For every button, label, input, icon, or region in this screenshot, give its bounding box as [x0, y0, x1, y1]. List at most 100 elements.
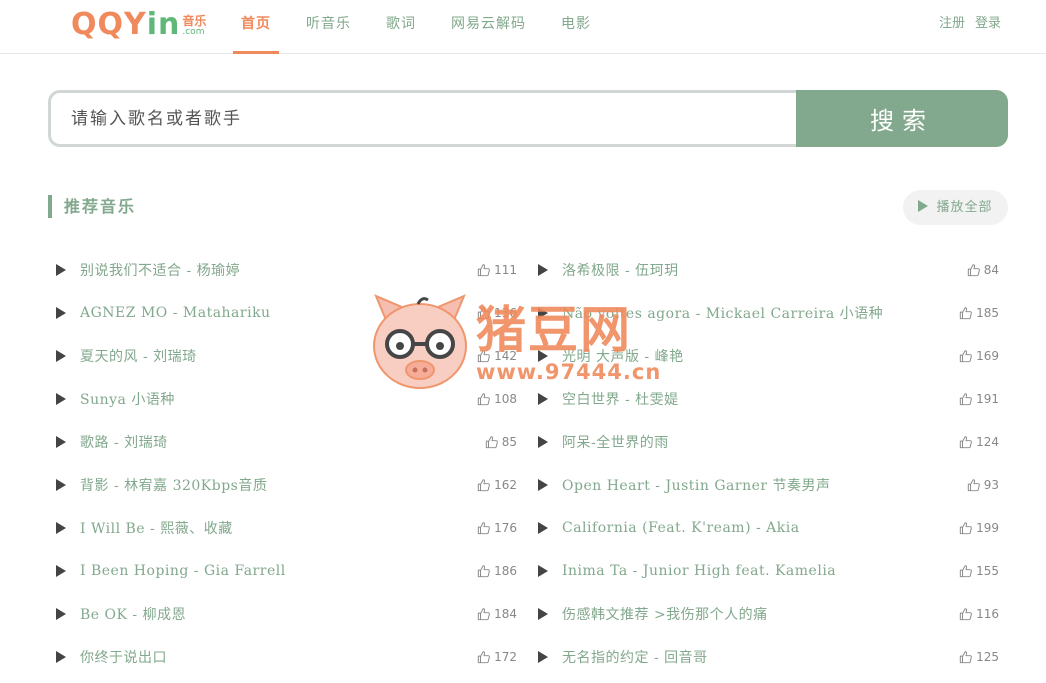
song-title[interactable]: I Will Be - 熙薇、收藏	[80, 518, 233, 538]
play-icon[interactable]	[56, 392, 66, 405]
song-title[interactable]: Inima Ta - Junior High feat. Kamelia	[562, 563, 836, 579]
nav-item-listen-music[interactable]: 听音乐	[298, 0, 359, 54]
play-icon[interactable]	[56, 521, 66, 534]
song-row[interactable]: 背影 - 林宥嘉 320Kbps音质 162	[52, 463, 517, 506]
like-count[interactable]: 185	[959, 306, 999, 320]
song-title[interactable]: 洛希极限 - 伍珂玥	[562, 260, 679, 280]
like-count[interactable]: 85	[485, 435, 517, 449]
song-row[interactable]: 你终于说出口 172	[52, 635, 517, 678]
play-icon[interactable]	[56, 607, 66, 620]
song-row[interactable]: 光明 大声版 - 峰艳 169	[534, 334, 999, 377]
song-row[interactable]: 别说我们不适合 - 杨瑜婷 111	[52, 248, 517, 291]
play-icon[interactable]	[538, 263, 548, 276]
song-info: 伤感韩文推荐 >我伤那个人的痛	[534, 604, 768, 624]
song-row[interactable]: Be OK - 柳成恩 184	[52, 592, 517, 635]
play-icon[interactable]	[538, 650, 548, 663]
like-count[interactable]: 184	[477, 607, 517, 621]
nav-item-netease-decode[interactable]: 网易云解码	[443, 0, 534, 54]
song-info: 空白世界 - 杜雯媞	[534, 389, 679, 409]
song-title[interactable]: 夏天的风 - 刘瑞琦	[80, 346, 197, 366]
song-title[interactable]: Sunya 小语种	[80, 389, 175, 409]
song-row[interactable]: Open Heart - Justin Garner 节奏男声 93	[534, 463, 999, 506]
play-icon[interactable]	[538, 349, 548, 362]
song-title[interactable]: AGNEZ MO - Matahariku	[80, 305, 271, 321]
song-info: Inima Ta - Junior High feat. Kamelia	[534, 563, 836, 579]
thumbs-up-icon	[959, 349, 972, 362]
like-count[interactable]: 125	[959, 650, 999, 664]
like-count[interactable]: 116	[959, 607, 999, 621]
song-title[interactable]: Be OK - 柳成恩	[80, 604, 186, 624]
like-count[interactable]: 172	[477, 650, 517, 664]
song-title[interactable]: Não voltes agora - Mickael Carreira 小语种	[562, 303, 883, 323]
nav-item-lyrics[interactable]: 歌词	[378, 0, 424, 54]
play-icon[interactable]	[56, 650, 66, 663]
song-list-left: 别说我们不适合 - 杨瑜婷 111 AGNEZ MO - Matahariku 136…	[52, 248, 517, 678]
song-row[interactable]: 无名指的约定 - 回音哥 125	[534, 635, 999, 678]
song-row[interactable]: California (Feat. K'ream) - Akia 199	[534, 506, 999, 549]
song-title[interactable]: 背影 - 林宥嘉 320Kbps音质	[80, 475, 267, 495]
site-logo[interactable]: QQYin 音乐 .com	[71, 8, 206, 42]
song-row[interactable]: 歌路 - 刘瑞琦 85	[52, 420, 517, 463]
play-icon[interactable]	[538, 564, 548, 577]
like-count[interactable]: 93	[967, 478, 999, 492]
song-row[interactable]: 阿呆-全世界的雨 124	[534, 420, 999, 463]
play-icon[interactable]	[538, 435, 548, 448]
search-input[interactable]	[48, 90, 796, 147]
like-count[interactable]: 191	[959, 392, 999, 406]
play-icon[interactable]	[538, 392, 548, 405]
like-count-value: 191	[976, 391, 999, 406]
like-count[interactable]: 199	[959, 521, 999, 535]
play-all-button[interactable]: 播放全部	[903, 190, 1008, 225]
play-icon[interactable]	[538, 607, 548, 620]
register-link[interactable]: 注册	[939, 0, 965, 54]
song-row[interactable]: 夏天的风 - 刘瑞琦 142	[52, 334, 517, 377]
like-count[interactable]: 124	[959, 435, 999, 449]
song-title[interactable]: 空白世界 - 杜雯媞	[562, 389, 679, 409]
play-icon[interactable]	[538, 521, 548, 534]
play-icon[interactable]	[56, 349, 66, 362]
play-icon[interactable]	[56, 478, 66, 491]
song-title[interactable]: 伤感韩文推荐 >我伤那个人的痛	[562, 604, 768, 624]
song-title[interactable]: 你终于说出口	[80, 647, 167, 667]
song-row[interactable]: Sunya 小语种 108	[52, 377, 517, 420]
like-count[interactable]: 84	[967, 263, 999, 277]
song-title[interactable]: 别说我们不适合 - 杨瑜婷	[80, 260, 240, 280]
song-row[interactable]: Não voltes agora - Mickael Carreira 小语种 1…	[534, 291, 999, 334]
like-count[interactable]: 111	[477, 263, 517, 277]
thumbs-up-icon	[477, 650, 490, 663]
song-row[interactable]: 洛希极限 - 伍珂玥 84	[534, 248, 999, 291]
play-icon[interactable]	[56, 564, 66, 577]
nav-item-movies[interactable]: 电影	[553, 0, 599, 54]
play-icon[interactable]	[56, 263, 66, 276]
song-title[interactable]: 歌路 - 刘瑞琦	[80, 432, 168, 452]
play-icon[interactable]	[56, 306, 66, 319]
section-title: 推荐音乐	[48, 195, 136, 218]
like-count[interactable]: 136	[477, 306, 517, 320]
song-title[interactable]: 阿呆-全世界的雨	[562, 432, 669, 452]
song-row[interactable]: 空白世界 - 杜雯媞 191	[534, 377, 999, 420]
song-row[interactable]: Inima Ta - Junior High feat. Kamelia 155	[534, 549, 999, 592]
like-count[interactable]: 162	[477, 478, 517, 492]
song-row[interactable]: 伤感韩文推荐 >我伤那个人的痛 116	[534, 592, 999, 635]
search-button[interactable]: 搜索	[796, 90, 1008, 147]
play-icon[interactable]	[56, 435, 66, 448]
song-title[interactable]: 无名指的约定 - 回音哥	[562, 647, 708, 667]
song-row[interactable]: I Will Be - 熙薇、收藏 176	[52, 506, 517, 549]
song-title[interactable]: California (Feat. K'ream) - Akia	[562, 520, 800, 536]
song-title[interactable]: I Been Hoping - Gia Farrell	[80, 563, 286, 579]
like-count[interactable]: 142	[477, 349, 517, 363]
play-icon[interactable]	[538, 478, 548, 491]
song-title[interactable]: 光明 大声版 - 峰艳	[562, 346, 684, 366]
login-link[interactable]: 登录	[975, 0, 1001, 54]
thumbs-up-icon	[477, 306, 490, 319]
play-icon[interactable]	[538, 306, 548, 319]
song-row[interactable]: I Been Hoping - Gia Farrell 186	[52, 549, 517, 592]
like-count[interactable]: 169	[959, 349, 999, 363]
song-title[interactable]: Open Heart - Justin Garner 节奏男声	[562, 475, 831, 495]
like-count[interactable]: 155	[959, 564, 999, 578]
like-count[interactable]: 186	[477, 564, 517, 578]
nav-item-home[interactable]: 首页	[233, 0, 279, 54]
like-count[interactable]: 108	[477, 392, 517, 406]
like-count[interactable]: 176	[477, 521, 517, 535]
song-row[interactable]: AGNEZ MO - Matahariku 136	[52, 291, 517, 334]
